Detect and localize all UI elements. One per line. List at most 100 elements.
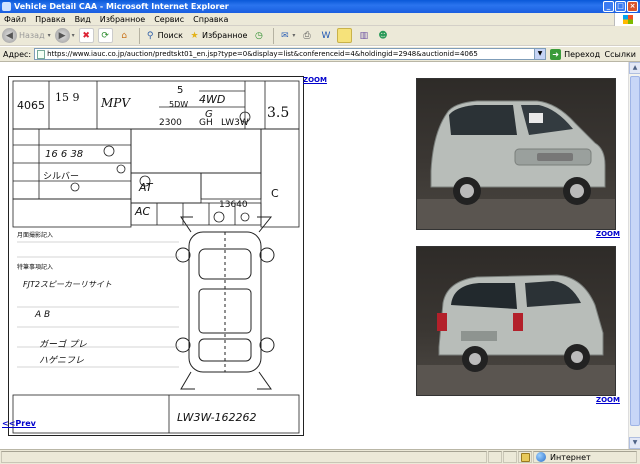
sheet-engine: 2300 bbox=[159, 118, 182, 128]
menu-edit[interactable]: Правка bbox=[35, 15, 65, 24]
zoom-link-front[interactable]: ZOOM bbox=[596, 230, 620, 238]
research-button[interactable]: ▥ bbox=[356, 27, 371, 45]
toolbar-separator bbox=[273, 27, 275, 44]
sheet-handwriting-4: ハゲニフレ bbox=[39, 355, 84, 366]
sheet-drive: 4WD bbox=[199, 93, 225, 106]
page-icon bbox=[37, 49, 46, 59]
internet-zone-icon bbox=[536, 452, 546, 462]
menu-tools[interactable]: Сервис bbox=[154, 15, 184, 24]
sheet-inspection: 16 6 38 bbox=[45, 149, 83, 160]
window-controls: _ □ × bbox=[603, 1, 638, 12]
stop-icon: ✖ bbox=[78, 28, 94, 43]
prev-link[interactable]: <<Prev bbox=[2, 419, 36, 428]
favorites-button[interactable]: ★ Избранное bbox=[187, 27, 247, 45]
sheet-seats: 5DW bbox=[169, 100, 188, 109]
car-photo-rear[interactable] bbox=[416, 246, 616, 396]
favorites-label: Избранное bbox=[201, 31, 248, 40]
sheet-notes-1: 月面撮影記入 bbox=[17, 231, 53, 239]
status-lock-cell bbox=[518, 451, 532, 463]
vertical-scrollbar[interactable]: ▲ ▼ bbox=[628, 62, 640, 449]
maximize-button[interactable]: □ bbox=[615, 1, 626, 12]
scroll-thumb[interactable] bbox=[630, 76, 640, 426]
sheet-mileage: 13640 bbox=[219, 200, 248, 210]
auction-sheet-image[interactable]: 4065 15 9 MPV 4WD G 2300 GH LW3W 3.5 5 5… bbox=[8, 76, 304, 436]
menu-bar: Файл Правка Вид Избранное Сервис Справка bbox=[0, 13, 640, 26]
sheet-year-month: 15 9 bbox=[55, 91, 80, 104]
page-content: 4065 15 9 MPV 4WD G 2300 GH LW3W 3.5 5 5… bbox=[0, 62, 628, 449]
status-bar: Интернет bbox=[0, 449, 640, 464]
car-rear-drawing bbox=[417, 274, 615, 395]
sheet-model-code: LW3W bbox=[221, 118, 249, 128]
ie-icon bbox=[2, 2, 11, 11]
sheet-score: 3.5 bbox=[267, 105, 289, 121]
go-arrow-icon: ➜ bbox=[550, 48, 562, 60]
address-input[interactable] bbox=[47, 50, 538, 58]
home-button[interactable]: ⌂ bbox=[117, 27, 132, 45]
sheet-doors: 5 bbox=[177, 85, 183, 96]
address-dropdown-icon[interactable]: ▼ bbox=[534, 49, 546, 59]
sheet-chassis: LW3W-162262 bbox=[177, 411, 257, 424]
back-dropdown-icon[interactable]: ▾ bbox=[48, 32, 51, 39]
menu-view[interactable]: Вид bbox=[75, 15, 91, 24]
status-message bbox=[1, 451, 487, 463]
address-bar: Адрес: ▼ ➜ Переход Ссылки bbox=[0, 47, 640, 62]
edit-icon: W bbox=[321, 30, 331, 41]
sheet-lot-number: 4065 bbox=[17, 99, 45, 112]
zoom-link-rear[interactable]: ZOOM bbox=[596, 396, 620, 404]
go-button[interactable]: ➜ Переход bbox=[550, 48, 601, 60]
search-button[interactable]: ⚲ Поиск bbox=[143, 27, 183, 45]
sheet-transmission: AT bbox=[138, 181, 154, 194]
sheet-ac: AC bbox=[134, 205, 151, 218]
history-button[interactable]: ◷ bbox=[251, 27, 266, 45]
search-icon: ⚲ bbox=[146, 30, 154, 41]
refresh-button[interactable]: ⟳ bbox=[97, 27, 113, 45]
forward-button[interactable]: ▶ ▾ bbox=[54, 27, 75, 45]
menu-help[interactable]: Справка bbox=[193, 15, 228, 24]
sheet-color: シルバー bbox=[43, 171, 79, 182]
auction-sheet-drawing: 4065 15 9 MPV 4WD G 2300 GH LW3W 3.5 5 5… bbox=[12, 80, 300, 434]
mail-dropdown-icon[interactable]: ▾ bbox=[292, 32, 295, 39]
status-cell bbox=[488, 451, 502, 463]
zoom-link-sheet[interactable]: ZOOM bbox=[303, 76, 327, 84]
close-button[interactable]: × bbox=[627, 1, 638, 12]
star-icon: ★ bbox=[190, 30, 199, 41]
windows-logo-icon bbox=[614, 13, 640, 26]
forward-dropdown-icon[interactable]: ▾ bbox=[72, 32, 75, 39]
stop-button[interactable]: ✖ bbox=[78, 27, 94, 45]
status-zone: Интернет bbox=[533, 451, 637, 463]
sheet-handwriting-3: ガーゴ プレ bbox=[39, 339, 87, 350]
links-button[interactable]: Ссылки bbox=[605, 50, 636, 59]
history-icon: ◷ bbox=[254, 30, 263, 41]
address-field-box: ▼ bbox=[34, 48, 547, 60]
sheet-col-c: C bbox=[271, 187, 279, 200]
sheet-notes-2: 特筆事項記入 bbox=[17, 263, 53, 271]
sheet-handwriting-1: FJT2スピーカーリサイト bbox=[23, 280, 112, 289]
sheet-code: GH bbox=[199, 118, 213, 128]
car-photo-front[interactable] bbox=[416, 78, 616, 230]
car-front-drawing bbox=[417, 100, 615, 229]
toolbar: ◀ Назад ▾ ▶ ▾ ✖ ⟳ ⌂ ⚲ Поиск ★ Избранное … bbox=[0, 26, 640, 46]
window-title: Vehicle Detail CAA - Microsoft Internet … bbox=[14, 2, 229, 11]
zone-label: Интернет bbox=[550, 452, 591, 462]
scroll-up-icon[interactable]: ▲ bbox=[629, 62, 640, 74]
back-arrow-icon: ◀ bbox=[2, 28, 17, 43]
discuss-button[interactable] bbox=[337, 27, 353, 45]
status-cell bbox=[503, 451, 517, 463]
minimize-button[interactable]: _ bbox=[603, 1, 614, 12]
messenger-button[interactable]: ☻ bbox=[375, 27, 390, 45]
edit-button[interactable]: W bbox=[318, 27, 333, 45]
home-icon: ⌂ bbox=[121, 30, 127, 41]
mail-icon: ✉ bbox=[281, 30, 289, 41]
back-button[interactable]: ◀ Назад ▾ bbox=[2, 27, 51, 45]
refresh-icon: ⟳ bbox=[97, 28, 113, 43]
print-button[interactable]: ⎙ bbox=[299, 27, 314, 45]
search-label: Поиск bbox=[157, 31, 183, 40]
scroll-down-icon[interactable]: ▼ bbox=[629, 437, 640, 449]
lock-icon bbox=[521, 453, 530, 462]
research-icon: ▥ bbox=[359, 30, 369, 41]
mail-button[interactable]: ✉ ▾ bbox=[277, 27, 295, 45]
go-label: Переход bbox=[564, 49, 601, 59]
address-label: Адрес: bbox=[3, 49, 32, 59]
menu-favorites[interactable]: Избранное bbox=[100, 15, 145, 24]
menu-file[interactable]: Файл bbox=[4, 15, 26, 24]
